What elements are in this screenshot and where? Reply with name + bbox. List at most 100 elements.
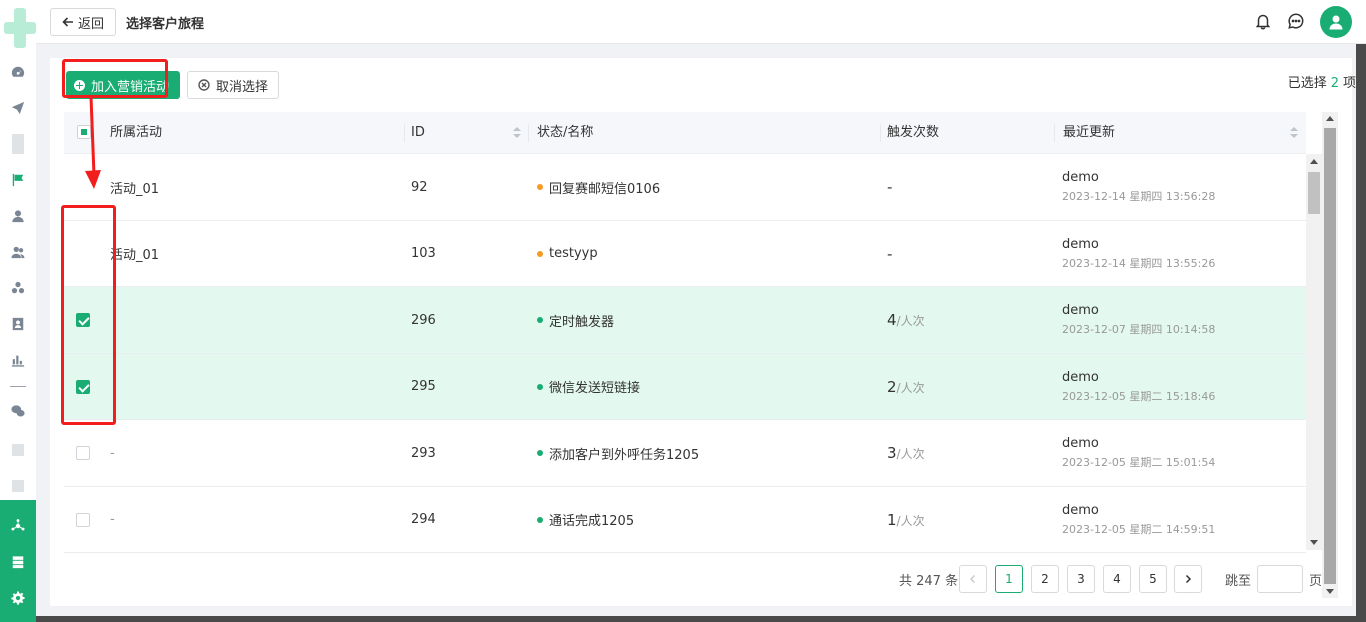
cell-id: 295 [411,379,436,394]
cell-status-name: 回复赛邮短信0106 [537,154,660,220]
page-scrollbar[interactable] [1322,112,1338,598]
sidebar-placeholder [12,480,24,492]
journey-name: testyyp [549,246,598,261]
add-to-campaign-label: 加入营销活动 [91,79,170,95]
cell-id: 294 [411,512,436,527]
row-checkbox[interactable] [76,487,90,553]
cell-activity: 活动_01 [110,248,160,263]
annotation-arrow-icon [85,97,101,189]
send-icon[interactable] [10,100,26,116]
cell-id: 92 [411,179,428,195]
updated-time: 2023-12-14 星期四 13:55:26 [1062,256,1216,270]
journey-name: 回复赛邮短信0106 [549,181,661,197]
cell-trigger-count: 2/人次 [887,354,925,420]
trigger-number: 2 [887,377,897,396]
gear-icon[interactable] [10,590,26,606]
table-row[interactable]: - 293 添加客户到外呼任务1205 3/人次 demo 2023-12-05 星期二 … [64,420,1306,487]
updater: demo [1062,369,1099,385]
chat-icon[interactable] [1287,12,1305,30]
trigger-number: - [887,178,893,196]
sort-icon[interactable] [513,127,521,139]
cell-status-name: 通话完成1205 [537,487,634,553]
updated-time: 2023-12-05 星期二 15:01:54 [1062,456,1216,469]
dashboard-icon[interactable] [10,64,26,80]
user-icon[interactable] [10,208,26,224]
table-row[interactable]: 活动_01 92 回复赛邮短信0106 - demo 2023-12-14 星期四 13:… [64,154,1306,221]
updater: demo [1062,303,1099,318]
row-checkbox[interactable] [76,420,90,486]
column-last-updated: 最近更新 [1063,125,1116,140]
total-count: 共 247 条 [899,574,959,589]
flag-icon[interactable] [10,172,26,188]
jump-label: 跳至 [1225,574,1252,589]
sidebar [0,0,36,622]
page-button-3[interactable]: 3 [1067,565,1095,593]
journey-name: 通话完成1205 [549,514,635,529]
cell-status-name: 添加客户到外呼任务1205 [537,420,699,486]
cell-activity: - [110,445,115,461]
hub-icon[interactable] [10,518,26,534]
page-button-5[interactable]: 5 [1139,565,1167,593]
badge-icon[interactable] [10,316,26,332]
cell-trigger-count: - [887,154,892,220]
updated-time: 2023-12-07 星期四 10:14:58 [1062,323,1216,336]
updated-time: 2023-12-14 星期四 13:56:28 [1062,190,1216,203]
page-button-1[interactable]: 1 [995,565,1023,593]
table-row[interactable]: 296 定时触发器 4/人次 demo 2023-12-07 星期四 10:14:58 [64,287,1306,354]
logo [4,8,36,48]
trigger-number: - [887,244,893,263]
sidebar-divider [10,386,26,387]
updater: demo [1062,436,1099,451]
trigger-unit: /人次 [896,513,925,528]
server-icon[interactable] [10,554,26,570]
updater: demo [1062,236,1099,252]
table-row[interactable]: 295 微信发送短链接 2/人次 demo 2023-12-05 星期二 15:18:4… [64,353,1306,420]
sort-icon[interactable] [1290,127,1298,139]
cancel-selection-button[interactable]: 取消选择 [187,71,279,99]
next-page-button[interactable] [1174,565,1202,593]
table-scrollbar[interactable] [1306,154,1322,550]
chevron-left-icon [969,574,976,584]
top-header: 返回 选择客户旅程 [36,0,1366,44]
bell-icon[interactable] [1254,12,1272,30]
prev-page-button[interactable] [959,565,987,593]
jump-page-input[interactable] [1257,565,1303,593]
table-row[interactable]: 活动_01 103 testyyp - demo 2023-12-14 星期四 13:55… [64,221,1306,287]
cell-last-updated: demo 2023-12-07 星期四 10:14:58 [1062,287,1215,353]
table-header: 所属活动 ID 状态/名称 触发次数 最近更新 [64,112,1306,154]
cell-id: 293 [411,445,436,461]
cell-last-updated: demo 2023-12-05 星期二 15:01:54 [1062,420,1215,486]
group-icon[interactable] [10,280,26,296]
row-checkbox[interactable] [76,287,90,353]
status-dot [537,383,543,390]
row-checkbox[interactable] [76,354,90,420]
user-avatar-icon [1329,15,1343,30]
cell-status-name: testyyp [537,221,598,287]
jump-unit: 页 [1309,574,1323,589]
trigger-number: 3 [887,444,897,462]
page-button-2[interactable]: 2 [1031,565,1059,593]
table-row[interactable]: - 294 通话完成1205 1/人次 demo 2023-12-05 星期二 14:59… [64,487,1306,553]
close-circle-icon [198,79,210,91]
back-button[interactable]: 返回 [50,8,116,36]
cell-last-updated: demo 2023-12-05 星期二 14:59:51 [1062,487,1215,553]
cell-status-name: 微信发送短链接 [537,354,640,420]
trigger-number: 1 [887,510,897,529]
cell-trigger-count: 3/人次 [887,420,925,486]
cancel-selection-label: 取消选择 [215,79,268,95]
journey-name: 微信发送短链接 [549,381,641,396]
selected-count-number: 2 [1330,76,1339,91]
wechat-icon[interactable] [10,403,26,419]
updated-time: 2023-12-05 星期二 14:59:51 [1062,522,1216,536]
bar-chart-icon[interactable] [10,352,26,368]
trigger-unit: /人次 [896,380,925,395]
column-trigger-count: 触发次数 [887,125,940,140]
user-avatar[interactable] [1320,6,1352,38]
table-body: 活动_01 92 回复赛邮短信0106 - demo 2023-12-14 星期四 13:… [64,154,1306,553]
cell-trigger-count: 1/人次 [887,487,925,553]
users-icon[interactable] [10,244,26,260]
sidebar-bottom-panel [0,500,36,622]
sidebar-placeholder [12,444,24,456]
add-to-campaign-button[interactable]: 加入营销活动 [66,71,180,99]
page-button-4[interactable]: 4 [1103,565,1131,593]
